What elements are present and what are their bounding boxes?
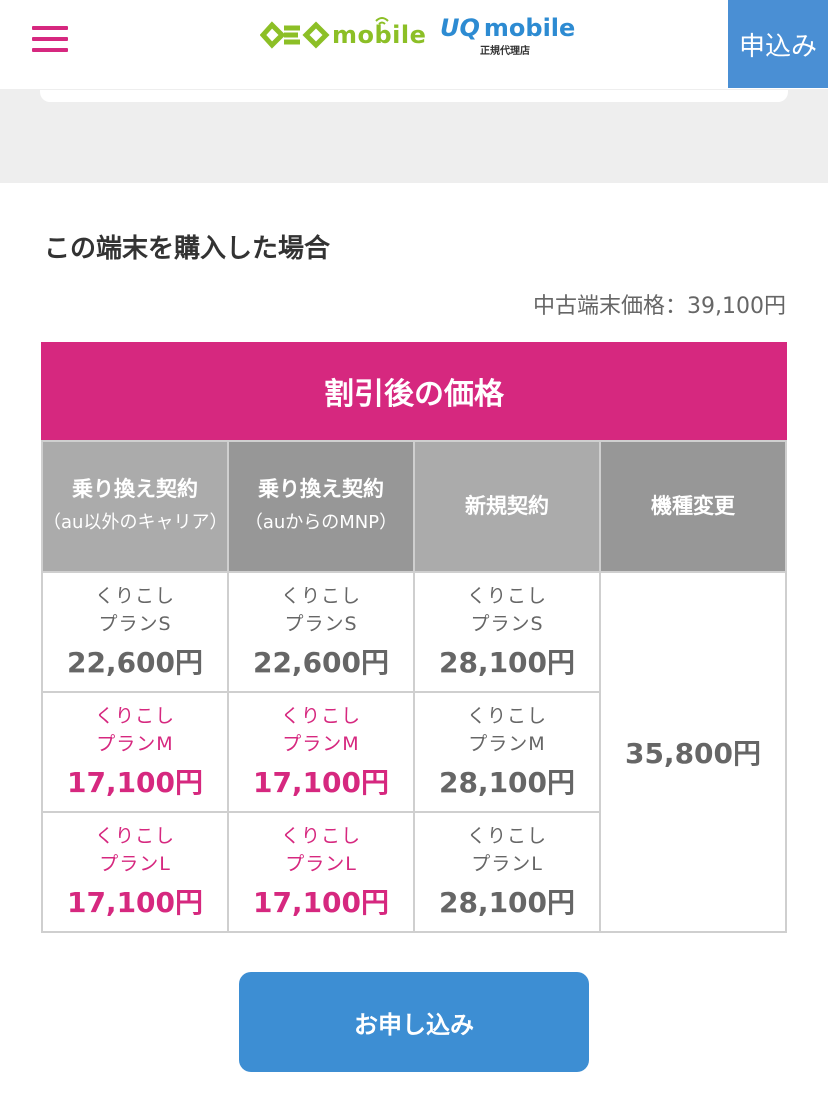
plan-name: くりこし プランL bbox=[466, 825, 547, 875]
plan-name: くりこし プランM bbox=[94, 705, 175, 755]
plan-name: くりこし プランS bbox=[280, 585, 361, 635]
gray-spacer bbox=[0, 90, 828, 183]
column-header-transfer-other: 乗り換え契約 （au以外のキャリア） bbox=[41, 440, 229, 573]
price-cell: くりこし プランL 17,100円 bbox=[227, 811, 415, 933]
price-cell: くりこし プランS 22,600円 bbox=[227, 571, 415, 693]
plan-name: くりこし プランL bbox=[94, 825, 175, 875]
column-note: （auからのMNP） bbox=[244, 512, 398, 534]
site-header: mobile UQ mobile 正規代理店 申込み bbox=[0, 0, 828, 90]
column-header-new-contract: 新規契約 bbox=[413, 440, 601, 573]
section-title: この端末を購入した場合 bbox=[44, 234, 331, 264]
model-change-price: 35,800円 bbox=[624, 737, 762, 770]
used-device-price: 中古端末価格：39,100円 bbox=[533, 294, 786, 319]
plan-price: 17,100円 bbox=[252, 885, 390, 919]
price-cell: くりこし プランM 17,100円 bbox=[227, 691, 415, 813]
price-table: 乗り換え契約 （au以外のキャリア） 乗り換え契約 （auからのMNP） 新規契… bbox=[41, 440, 787, 933]
column-header-model-change: 機種変更 bbox=[599, 440, 787, 573]
plan-price: 17,100円 bbox=[66, 885, 204, 919]
apply-button[interactable]: お申し込み bbox=[239, 972, 589, 1072]
column-header-transfer-au: 乗り換え契約 （auからのMNP） bbox=[227, 440, 415, 573]
geo-logo-mark bbox=[260, 21, 330, 49]
table-header-row: 乗り換え契約 （au以外のキャリア） 乗り換え契約 （auからのMNP） 新規契… bbox=[41, 440, 787, 573]
plan-price: 17,100円 bbox=[252, 765, 390, 799]
price-cell: くりこし プランL 17,100円 bbox=[41, 811, 229, 933]
plan-name: くりこし プランS bbox=[466, 585, 547, 635]
authorized-agent-label: 正規代理店 bbox=[480, 46, 530, 57]
plan-name: くりこし プランL bbox=[280, 825, 361, 875]
column-note: （au以外のキャリア） bbox=[43, 512, 228, 534]
price-cell: くりこし プランL 28,100円 bbox=[413, 811, 601, 933]
price-cell: くりこし プランS 28,100円 bbox=[413, 571, 601, 693]
model-change-price-cell: 35,800円 bbox=[599, 571, 787, 933]
price-cell: くりこし プランM 28,100円 bbox=[413, 691, 601, 813]
card-bottom-edge bbox=[40, 90, 788, 102]
column-title: 乗り換え契約 bbox=[72, 476, 198, 501]
plan-name: くりこし プランM bbox=[466, 705, 547, 755]
plan-price: 22,600円 bbox=[252, 645, 390, 679]
uq-logo-mobile: mobile bbox=[483, 14, 576, 42]
table-row: くりこし プランS 22,600円 くりこし プランS 22,600円 くりこし プラ… bbox=[41, 571, 787, 933]
plan-name: くりこし プランS bbox=[94, 585, 175, 635]
plan-price: 28,100円 bbox=[438, 885, 576, 919]
plan-price: 17,100円 bbox=[66, 765, 204, 799]
uq-logo-uq: UQ bbox=[440, 14, 480, 42]
uq-mobile-logo[interactable]: UQ mobile 正規代理店 bbox=[440, 14, 575, 64]
plan-name: くりこし プランM bbox=[280, 705, 361, 755]
plan-price: 28,100円 bbox=[438, 765, 576, 799]
price-cell: くりこし プランS 22,600円 bbox=[41, 571, 229, 693]
column-title: 乗り換え契約 bbox=[258, 476, 384, 501]
plan-price: 22,600円 bbox=[66, 645, 204, 679]
plan-price: 28,100円 bbox=[438, 645, 576, 679]
discount-price-heading: 割引後の価格 bbox=[41, 342, 787, 440]
column-title: 新規契約 bbox=[465, 493, 549, 518]
geo-mobile-logo[interactable]: mobile bbox=[260, 18, 426, 52]
price-cell: くりこし プランM 17,100円 bbox=[41, 691, 229, 813]
header-apply-button[interactable]: 申込み bbox=[728, 0, 828, 88]
column-title: 機種変更 bbox=[651, 493, 735, 518]
menu-icon[interactable] bbox=[32, 26, 68, 52]
wifi-icon bbox=[375, 17, 389, 25]
